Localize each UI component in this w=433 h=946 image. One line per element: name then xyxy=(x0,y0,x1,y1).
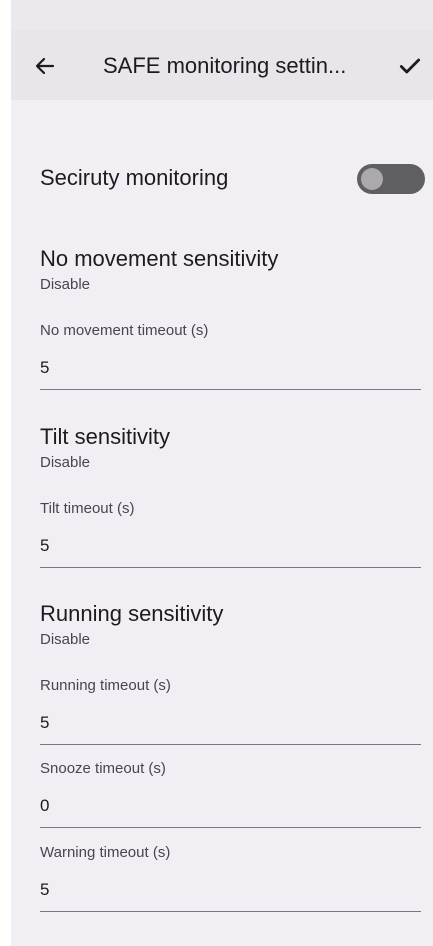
tilt-sensitivity-title: Tilt sensitivity xyxy=(40,424,170,449)
running-timeout-value[interactable]: 5 xyxy=(40,713,49,733)
running-timeout-label: Running timeout (s) xyxy=(40,677,171,694)
running-timeout-field[interactable]: Running timeout (s) 5 xyxy=(40,677,421,747)
page-title: SAFE monitoring settin... xyxy=(103,53,347,78)
field-underline xyxy=(40,744,421,745)
tilt-sensitivity-pref[interactable]: Tilt sensitivity Disable xyxy=(11,424,433,480)
field-underline xyxy=(40,911,421,912)
no-movement-sensitivity-pref[interactable]: No movement sensitivity Disable xyxy=(11,246,433,302)
app-bar: SAFE monitoring settin... xyxy=(11,30,433,100)
running-sensitivity-pref[interactable]: Running sensitivity Disable xyxy=(11,601,433,657)
tilt-timeout-field[interactable]: Tilt timeout (s) 5 xyxy=(40,500,421,570)
security-monitoring-label: Seciruty monitoring xyxy=(40,165,229,190)
no-movement-sensitivity-summary: Disable xyxy=(40,276,91,293)
save-button[interactable] xyxy=(394,50,426,82)
switch-thumb xyxy=(361,168,383,190)
tilt-timeout-value[interactable]: 5 xyxy=(40,536,49,556)
check-icon xyxy=(399,58,421,74)
warning-timeout-field[interactable]: Warning timeout (s) 5 xyxy=(40,844,421,914)
snooze-timeout-field[interactable]: Snooze timeout (s) 0 xyxy=(40,760,421,830)
snooze-timeout-label: Snooze timeout (s) xyxy=(40,760,166,777)
warning-timeout-label: Warning timeout (s) xyxy=(40,844,171,861)
security-monitoring-row[interactable]: Seciruty monitoring xyxy=(11,150,433,210)
no-movement-timeout-value[interactable]: 5 xyxy=(40,358,49,378)
settings-screen: SAFE monitoring settin... Seciruty monit… xyxy=(11,0,433,946)
running-sensitivity-summary: Disable xyxy=(40,631,91,648)
tilt-timeout-label: Tilt timeout (s) xyxy=(40,500,135,517)
status-bar xyxy=(11,0,433,30)
field-underline xyxy=(40,827,421,828)
snooze-timeout-value[interactable]: 0 xyxy=(40,796,49,816)
no-movement-timeout-label: No movement timeout (s) xyxy=(40,322,209,339)
warning-timeout-value[interactable]: 5 xyxy=(40,880,49,900)
back-button[interactable] xyxy=(29,50,61,82)
field-underline xyxy=(40,389,421,390)
tilt-sensitivity-summary: Disable xyxy=(40,454,91,471)
field-underline xyxy=(40,567,421,568)
running-sensitivity-title: Running sensitivity xyxy=(40,601,224,626)
no-movement-sensitivity-title: No movement sensitivity xyxy=(40,246,279,271)
no-movement-timeout-field[interactable]: No movement timeout (s) 5 xyxy=(40,322,421,392)
security-monitoring-switch[interactable] xyxy=(357,164,425,194)
arrow-left-icon xyxy=(35,57,55,75)
